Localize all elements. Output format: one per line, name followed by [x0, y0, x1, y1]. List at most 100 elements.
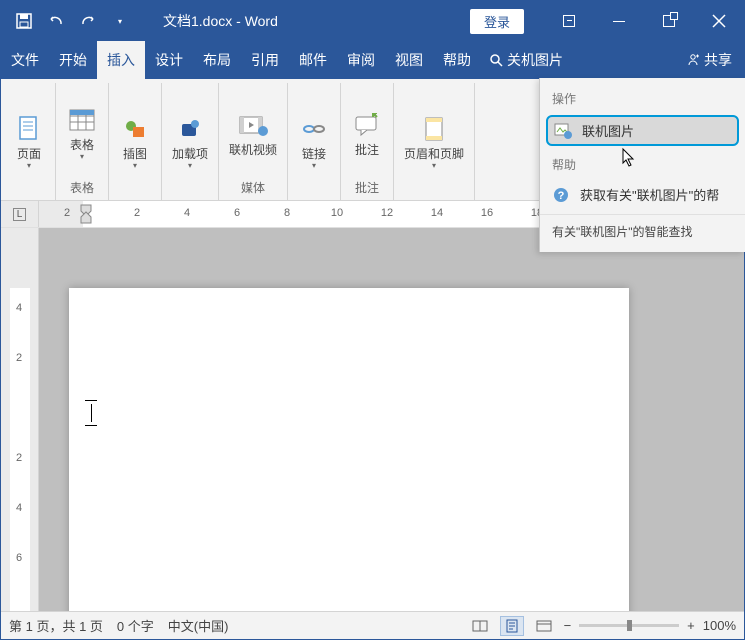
ruler-tick: 4	[15, 502, 21, 514]
group-media: 联机视频 媒体	[219, 83, 288, 200]
close-icon	[712, 14, 726, 28]
video-label: 联机视频	[229, 143, 277, 157]
tab-insert[interactable]: 插入	[97, 41, 145, 79]
ruler-tick: 2	[15, 352, 21, 364]
quick-access-toolbar: ▾	[1, 8, 133, 34]
status-page[interactable]: 第 1 页，共 1 页	[9, 616, 103, 635]
chevron-down-icon: ▾	[432, 161, 436, 170]
pages-label: 页面	[17, 147, 41, 161]
comment-icon	[351, 109, 383, 141]
addins-button[interactable]: 加载项 ▾	[166, 85, 214, 193]
group-label: 媒体	[223, 176, 283, 200]
addins-label: 加载项	[172, 147, 208, 161]
help-icon: ?	[552, 186, 570, 204]
shapes-icon	[119, 113, 151, 145]
zoom-percent[interactable]: 100%	[703, 618, 736, 633]
tab-references[interactable]: 引用	[241, 41, 289, 79]
group-addins: 加载项 ▾	[162, 83, 219, 200]
result-get-help[interactable]: ? 获取有关"联机图片"的帮	[540, 179, 745, 210]
vertical-ruler[interactable]: 4 2 2 4 6	[10, 288, 30, 611]
pages-button[interactable]: 页面 ▾	[7, 85, 51, 193]
ruler-tick: 6	[15, 552, 21, 564]
ruler-tick: 2	[64, 207, 70, 219]
tab-design[interactable]: 设计	[145, 41, 193, 79]
minimize-button[interactable]	[594, 1, 644, 41]
share-label: 共享	[704, 50, 732, 70]
ruler-tick: 4	[184, 207, 190, 219]
zoom-in-button[interactable]: +	[687, 618, 695, 633]
hf-label: 页眉和页脚	[404, 147, 464, 161]
table-icon	[66, 104, 98, 136]
document-title: 文档1.docx - Word	[163, 11, 278, 31]
zoom-slider[interactable]	[579, 624, 679, 627]
maximize-button[interactable]	[644, 1, 694, 41]
ruler-tick: 2	[134, 207, 140, 219]
ruler-tick: 4	[15, 302, 21, 314]
search-icon	[489, 53, 503, 67]
tab-layout[interactable]: 布局	[193, 41, 241, 79]
chevron-down-icon: ▾	[133, 161, 137, 170]
group-label: 批注	[345, 176, 389, 200]
header-footer-button[interactable]: 页眉和页脚 ▾	[398, 85, 470, 193]
chevron-down-icon: ▾	[188, 161, 192, 170]
view-print-layout[interactable]	[500, 616, 524, 636]
tell-me-results-panel: 操作 联机图片 帮助 ? 获取有关"联机图片"的帮 有关"联机图片"的智能查找	[539, 78, 745, 252]
video-icon	[237, 109, 269, 141]
group-label	[113, 193, 157, 200]
page-viewport[interactable]	[39, 228, 744, 611]
group-tables: 表格 ▾ 表格	[56, 83, 109, 200]
ruler-left-margin	[39, 201, 83, 227]
indent-marker-icon[interactable]	[79, 203, 93, 225]
tab-review[interactable]: 审阅	[337, 41, 385, 79]
zoom-out-button[interactable]: −	[564, 618, 572, 633]
tab-selector[interactable]: L	[1, 201, 39, 227]
status-language[interactable]: 中文(中国)	[168, 616, 229, 635]
tab-view[interactable]: 视图	[385, 41, 433, 79]
document-area: 4 2 2 4 6	[1, 228, 744, 611]
result-label: 联机图片	[582, 121, 634, 140]
group-label	[7, 193, 51, 200]
tab-mailings[interactable]: 邮件	[289, 41, 337, 79]
redo-button[interactable]	[75, 8, 101, 34]
result-online-pictures[interactable]: 联机图片	[546, 115, 739, 146]
comment-label: 批注	[355, 143, 379, 157]
view-read-mode[interactable]	[468, 616, 492, 636]
svg-text:?: ?	[558, 190, 565, 202]
ruler-tick: 12	[381, 207, 393, 219]
chevron-down-icon: ▾	[27, 161, 31, 170]
save-button[interactable]	[11, 8, 37, 34]
vertical-ruler-wrap: 4 2 2 4 6	[1, 228, 39, 611]
online-video-button[interactable]: 联机视频	[223, 85, 283, 176]
share-button[interactable]: 共享	[674, 41, 744, 79]
panel-footer[interactable]: 有关"联机图片"的智能查找	[540, 214, 745, 244]
tell-me-search[interactable]: 关机图片	[481, 41, 571, 79]
undo-button[interactable]	[43, 8, 69, 34]
illustrations-button[interactable]: 插图 ▾	[113, 85, 157, 193]
ribbon-display-button[interactable]	[544, 1, 594, 41]
tab-help[interactable]: 帮助	[433, 41, 481, 79]
table-label: 表格	[70, 138, 94, 152]
panel-section-actions: 操作	[540, 86, 745, 113]
zoom-slider-thumb[interactable]	[627, 620, 632, 631]
comment-button[interactable]: 批注	[345, 85, 389, 176]
table-button[interactable]: 表格 ▾	[60, 85, 104, 176]
ruler-tick: 6	[234, 207, 240, 219]
status-word-count[interactable]: 0 个字	[117, 616, 154, 635]
close-button[interactable]	[694, 1, 744, 41]
document-page[interactable]	[69, 288, 629, 611]
chevron-down-icon: ▾	[312, 161, 316, 170]
ruler-tick: 2	[15, 452, 21, 464]
group-label	[166, 193, 214, 200]
ruler-tick: 8	[284, 207, 290, 219]
view-web-layout[interactable]	[532, 616, 556, 636]
ruler-tick: 16	[481, 207, 493, 219]
login-button[interactable]: 登录	[470, 9, 524, 34]
group-comments: 批注 批注	[341, 83, 394, 200]
links-button[interactable]: 链接 ▾	[292, 85, 336, 193]
tab-home[interactable]: 开始	[49, 41, 97, 79]
qat-customize-button[interactable]: ▾	[107, 8, 133, 34]
print-layout-icon	[505, 619, 519, 633]
group-label	[398, 193, 470, 200]
group-links: 链接 ▾	[288, 83, 341, 200]
tab-file[interactable]: 文件	[1, 41, 49, 79]
